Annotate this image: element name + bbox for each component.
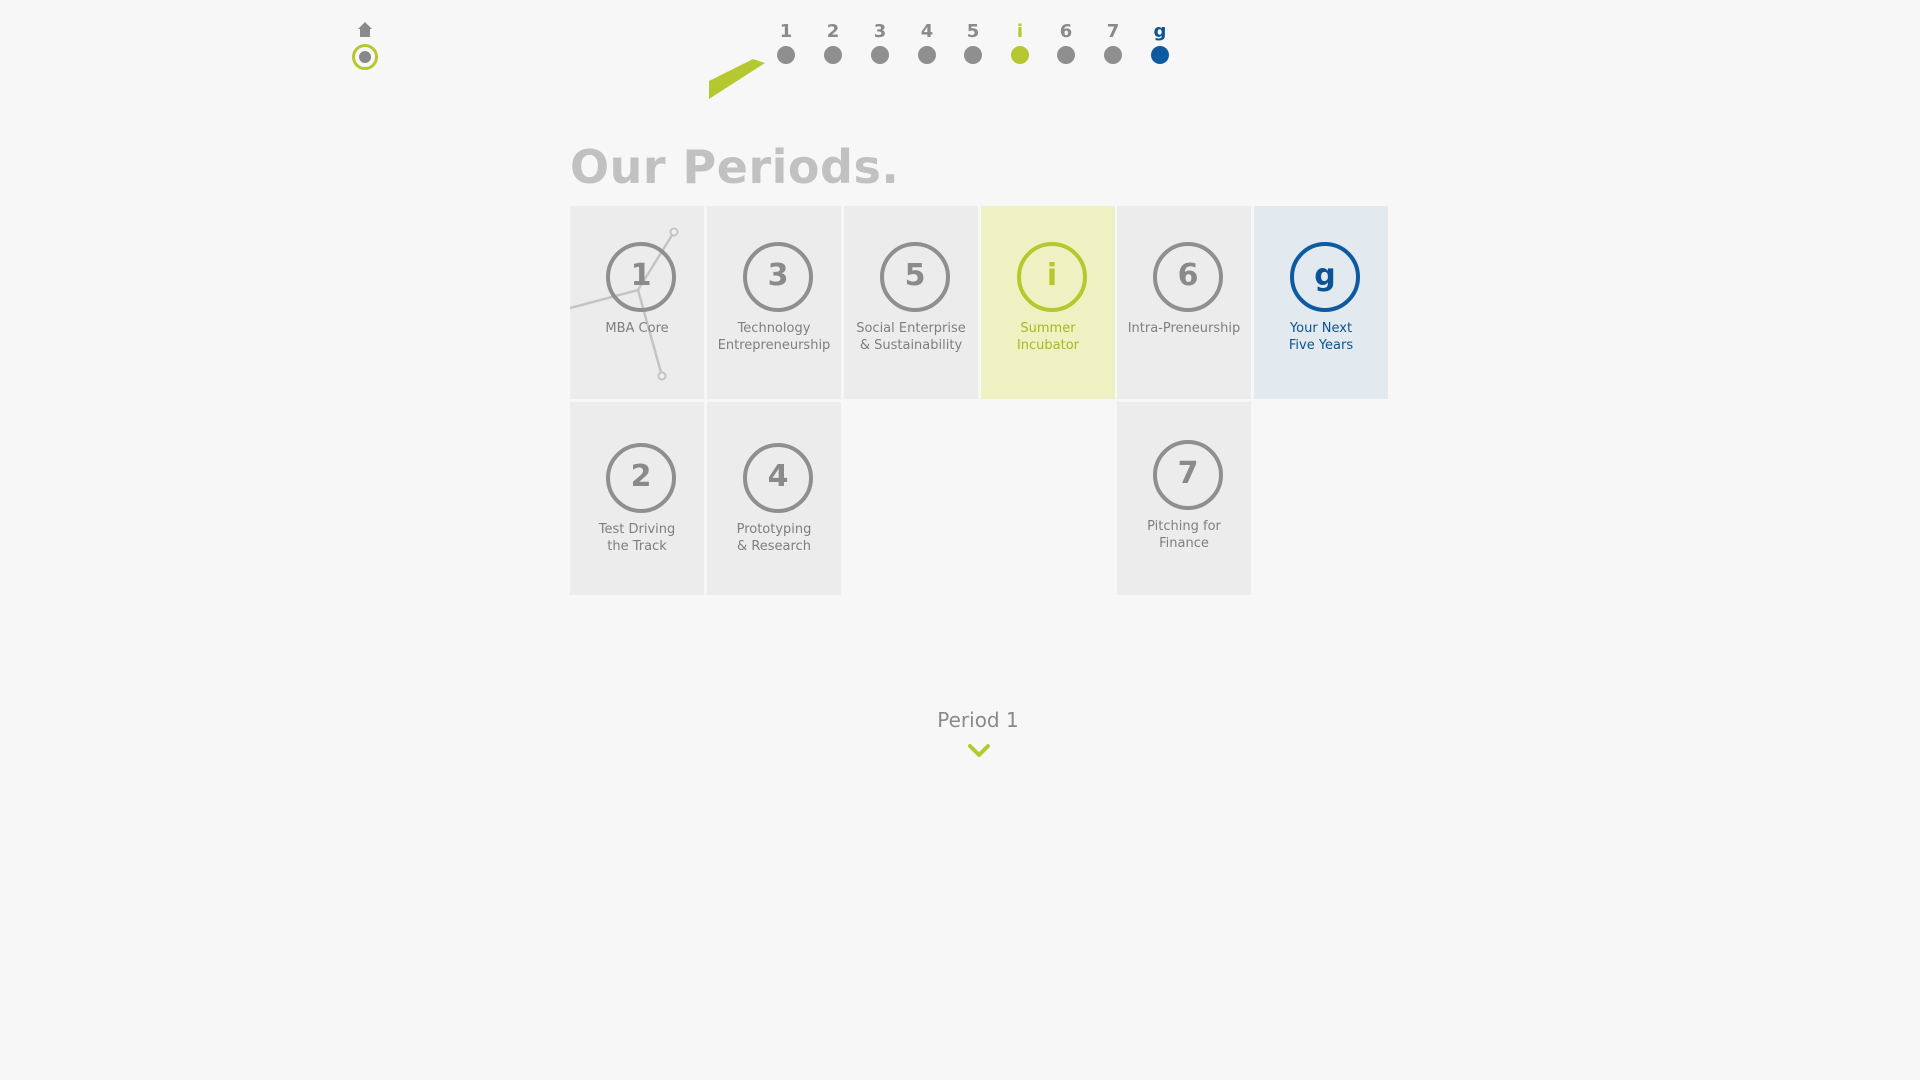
timeline-item-1[interactable]: 1 (771, 18, 801, 68)
period-number-badge: 6 (1153, 242, 1223, 312)
timeline-label: 2 (826, 21, 840, 42)
period-title: Test Driving the Track (598, 522, 676, 554)
period-title: Pitching for Finance (1147, 519, 1221, 551)
period-title: Your Next Five Years (1288, 321, 1354, 353)
period-number-badge: 4 (743, 443, 813, 513)
period-tile-i[interactable]: i Summer Incubator (981, 206, 1115, 399)
timeline-dot (964, 46, 982, 64)
timeline-item-i[interactable]: i (1005, 18, 1035, 68)
timeline-label: 6 (1059, 21, 1073, 42)
period-title: Intra-Preneurship (1127, 321, 1241, 336)
period-number-badge: 7 (1153, 440, 1223, 510)
page-title: Our Periods. (570, 140, 900, 194)
period-tile-2[interactable]: 2 Test Driving the Track (570, 402, 704, 595)
timeline-item-7[interactable]: 7 (1098, 18, 1128, 68)
timeline-dot (1057, 46, 1075, 64)
page: 1 2 3 4 5 i 6 7 g Our Periods. 1 MBA Cor… (0, 0, 1920, 1080)
timeline-item-5[interactable]: 5 (958, 18, 988, 68)
period-number-badge: 1 (606, 242, 676, 312)
period-number-badge: 2 (606, 443, 676, 513)
timeline-label: i (1016, 21, 1024, 42)
period-tile-4[interactable]: 4 Prototyping & Research (707, 402, 841, 595)
timeline-dot (824, 46, 842, 64)
period-number-badge: i (1017, 242, 1087, 312)
timeline-item-4[interactable]: 4 (912, 18, 942, 68)
period-title: Prototyping & Research (736, 522, 812, 554)
timeline-item-2[interactable]: 2 (818, 18, 848, 68)
timeline-label: 7 (1106, 21, 1120, 42)
timeline-label: 4 (920, 21, 934, 42)
timeline-dot (1104, 46, 1122, 64)
period-number-badge: 3 (743, 242, 813, 312)
period-title: Technology Entrepreneurship (717, 321, 831, 353)
timeline-item-6[interactable]: 6 (1051, 18, 1081, 68)
period-tile-1[interactable]: 1 MBA Core (570, 206, 704, 399)
period-tile-g[interactable]: g Your Next Five Years (1254, 206, 1388, 399)
period-tile-5[interactable]: 5 Social Enterprise & Sustainability (844, 206, 978, 399)
period-tile-7[interactable]: 7 Pitching for Finance (1117, 402, 1251, 595)
period-tile-6[interactable]: 6 Intra-Preneurship (1117, 206, 1251, 399)
timeline-dot (918, 46, 936, 64)
timeline-dot (871, 46, 889, 64)
period-number-badge: g (1290, 242, 1360, 312)
timeline-label: 1 (779, 21, 793, 42)
timeline-dot (777, 46, 795, 64)
timeline-pointer (709, 59, 765, 99)
period-title: Summer Incubator (1016, 321, 1080, 353)
timeline-dot (1011, 46, 1029, 64)
period-tile-3[interactable]: 3 Technology Entrepreneurship (707, 206, 841, 399)
period-title: MBA Core (605, 321, 669, 336)
timeline-label: 3 (873, 21, 887, 42)
period-number-badge: 5 (880, 242, 950, 312)
timeline-label: g (1153, 21, 1167, 42)
period-title: Social Enterprise & Sustainability (856, 321, 966, 353)
timeline-dot (1151, 46, 1169, 64)
current-period-label: Period 1 (937, 708, 1019, 732)
timeline-item-3[interactable]: 3 (865, 18, 895, 68)
home-position-indicator[interactable] (352, 44, 378, 70)
chevron-down-icon[interactable] (967, 742, 991, 760)
home-icon[interactable] (357, 21, 373, 38)
timeline-item-g[interactable]: g (1145, 18, 1175, 68)
timeline-label: 5 (966, 21, 980, 42)
